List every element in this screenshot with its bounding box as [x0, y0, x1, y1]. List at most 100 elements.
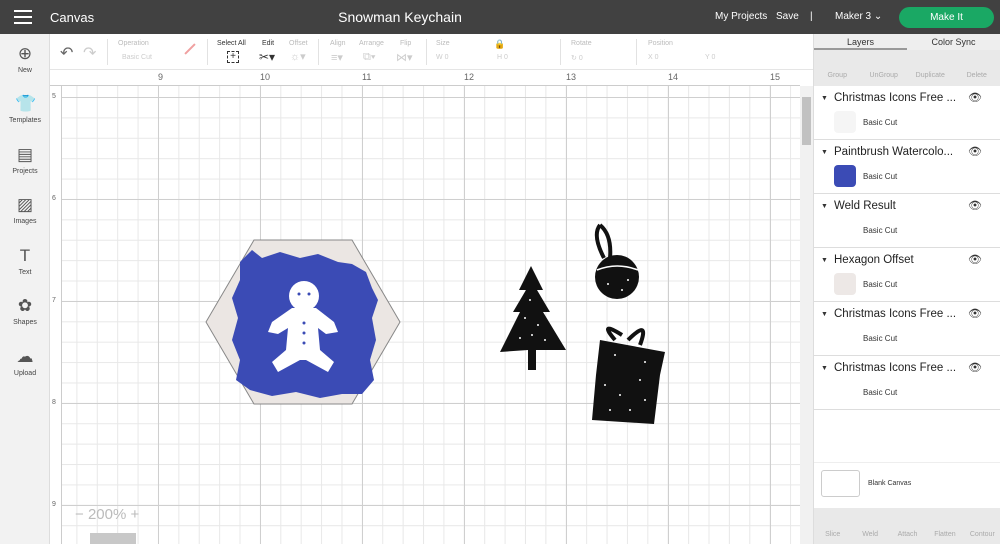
attach-button[interactable]: Attach [889, 508, 926, 544]
eye-icon[interactable]: 👁 [968, 145, 982, 158]
caret-down-icon[interactable]: ▼ [821, 365, 828, 372]
slice-button[interactable]: Slice [814, 508, 851, 544]
width-field[interactable]: W 0 [436, 54, 448, 61]
zoom-out-button[interactable]: − [75, 506, 84, 523]
ornament-shape [594, 223, 639, 299]
caret-down-icon[interactable]: ▼ [821, 257, 828, 264]
eye-icon[interactable]: 👁 [968, 307, 982, 320]
make-it-button[interactable]: Make It [899, 7, 994, 28]
sidebar-item-projects[interactable]: ▤ Projects [0, 145, 50, 175]
ruler-label: 13 [566, 72, 577, 82]
sidebar-item-upload[interactable]: ☁ Upload [0, 347, 50, 377]
layer-thumbnail [834, 381, 856, 403]
operation-select[interactable]: Basic Cut [122, 54, 152, 61]
y-label: Y [705, 54, 710, 61]
sidebar-label: Shapes [13, 319, 37, 326]
ruler-label: 10 [260, 72, 271, 82]
layer-thumbnail [834, 273, 856, 295]
caret-down-icon[interactable]: ▼ [821, 95, 828, 102]
sidebar-item-text[interactable]: T Text [0, 246, 50, 276]
eye-icon[interactable]: 👁 [968, 361, 982, 374]
eye-icon[interactable]: 👁 [968, 253, 982, 266]
offset-icon[interactable]: ☼▾ [290, 50, 306, 63]
arrange-icon[interactable]: ⧉▾ [363, 51, 375, 64]
y-value: 0 [711, 54, 716, 61]
layer-operation: Basic Cut [863, 388, 898, 397]
chevron-down-icon: ⌄ [873, 11, 883, 22]
tab-color-sync[interactable]: Color Sync [907, 34, 1000, 50]
redo-icon[interactable]: ↷ [83, 43, 96, 63]
contour-button[interactable]: Contour [964, 508, 1000, 544]
group-button[interactable]: Group [814, 50, 861, 86]
align-icon[interactable]: ≡▾ [331, 51, 343, 64]
sidebar-item-new[interactable]: ⊕ New [0, 44, 50, 74]
layer-operation: Basic Cut [863, 172, 898, 181]
flatten-button[interactable]: Flatten [926, 508, 963, 544]
flip-icon[interactable]: ⋈▾ [396, 51, 413, 64]
h-label: H [497, 54, 503, 61]
weld-button[interactable]: Weld [851, 508, 888, 544]
duplicate-button[interactable]: Duplicate [907, 50, 954, 86]
eye-icon[interactable]: 👁 [968, 91, 982, 104]
layer-operation: Basic Cut [863, 334, 898, 343]
rotate-field[interactable]: ↻ 0 [571, 54, 583, 62]
flip-label: Flip [400, 40, 412, 47]
zoom-in-button[interactable]: + [130, 506, 139, 523]
delete-button[interactable]: Delete [954, 50, 1000, 86]
save-button[interactable]: Save [776, 11, 799, 22]
x-field[interactable]: X 0 [648, 54, 659, 61]
offset-label: Offset [289, 40, 308, 47]
layer-thumbnail [834, 327, 856, 349]
scissors-icon[interactable]: ✂▾ [259, 50, 275, 64]
my-projects-link[interactable]: My Projects [715, 11, 767, 22]
sidebar-item-images[interactable]: ▨ Images [0, 195, 50, 225]
rotate-icon: ↻ [571, 55, 577, 62]
machine-select[interactable]: Maker 3 ⌄ [835, 11, 882, 22]
design-canvas[interactable] [62, 86, 800, 544]
position-label: Position [648, 40, 673, 47]
ruler-label: 9 [158, 72, 164, 82]
lock-icon[interactable]: 🔒 [494, 39, 505, 50]
shapes-icon: ✿ [17, 296, 33, 315]
ruler-label: 9 [52, 501, 56, 508]
operation-label: Operation [118, 40, 149, 47]
w-label: W [436, 54, 443, 61]
layer-row[interactable]: ▼ Paintbrush Watercolo... 👁 Basic Cut [814, 140, 1000, 194]
sidebar-label: Upload [13, 370, 37, 377]
edit-toolbar: ↶ ↷ Operation Basic Cut Select All + Edi… [50, 34, 813, 70]
ruler-label: 12 [464, 72, 475, 82]
pen-color-icon[interactable] [184, 43, 196, 55]
layer-row[interactable]: ▼ Christmas Icons Free ... 👁 Basic Cut [814, 302, 1000, 356]
sidebar-item-templates[interactable]: 👕 Templates [0, 94, 50, 124]
caret-down-icon[interactable]: ▼ [821, 149, 828, 156]
select-all-label: Select All [217, 40, 246, 47]
caret-down-icon[interactable]: ▼ [821, 203, 828, 210]
layer-operation: Basic Cut [863, 280, 898, 289]
layer-name: Christmas Icons Free ... [834, 92, 957, 104]
horizontal-scrollbar[interactable] [90, 533, 136, 544]
tab-layers[interactable]: Layers [814, 34, 907, 50]
eye-icon[interactable]: 👁 [968, 199, 982, 212]
sidebar-item-shapes[interactable]: ✿ Shapes [0, 296, 50, 326]
align-label: Align [330, 40, 346, 47]
y-field[interactable]: Y 0 [705, 54, 715, 61]
layer-row[interactable]: ▼ Hexagon Offset 👁 Basic Cut [814, 248, 1000, 302]
canvas-swatch[interactable] [821, 470, 860, 497]
layer-row[interactable]: ▼ Christmas Icons Free ... 👁 Basic Cut [814, 356, 1000, 410]
layer-row[interactable]: ▼ Christmas Icons Free ... 👁 Basic Cut [814, 86, 1000, 140]
height-field[interactable]: H 0 [497, 54, 508, 61]
undo-icon[interactable]: ↶ [60, 43, 73, 63]
x-label: X [648, 54, 653, 61]
project-title: Snowman Keychain [338, 9, 462, 25]
blank-canvas-row[interactable]: Blank Canvas [814, 462, 1000, 508]
caret-down-icon[interactable]: ▼ [821, 311, 828, 318]
layer-row[interactable]: ▼ Weld Result 👁 Basic Cut [814, 194, 1000, 248]
upload-icon: ☁ [16, 347, 34, 366]
select-all-button[interactable]: + [227, 51, 239, 63]
layer-thumbnail [834, 219, 856, 241]
ungroup-button[interactable]: UnGroup [861, 50, 908, 86]
vertical-scrollbar[interactable] [800, 86, 813, 544]
arrange-label: Arrange [359, 40, 384, 47]
sidebar-label: Text [18, 269, 32, 276]
horizontal-ruler: 9 10 11 12 13 14 15 [50, 70, 800, 86]
